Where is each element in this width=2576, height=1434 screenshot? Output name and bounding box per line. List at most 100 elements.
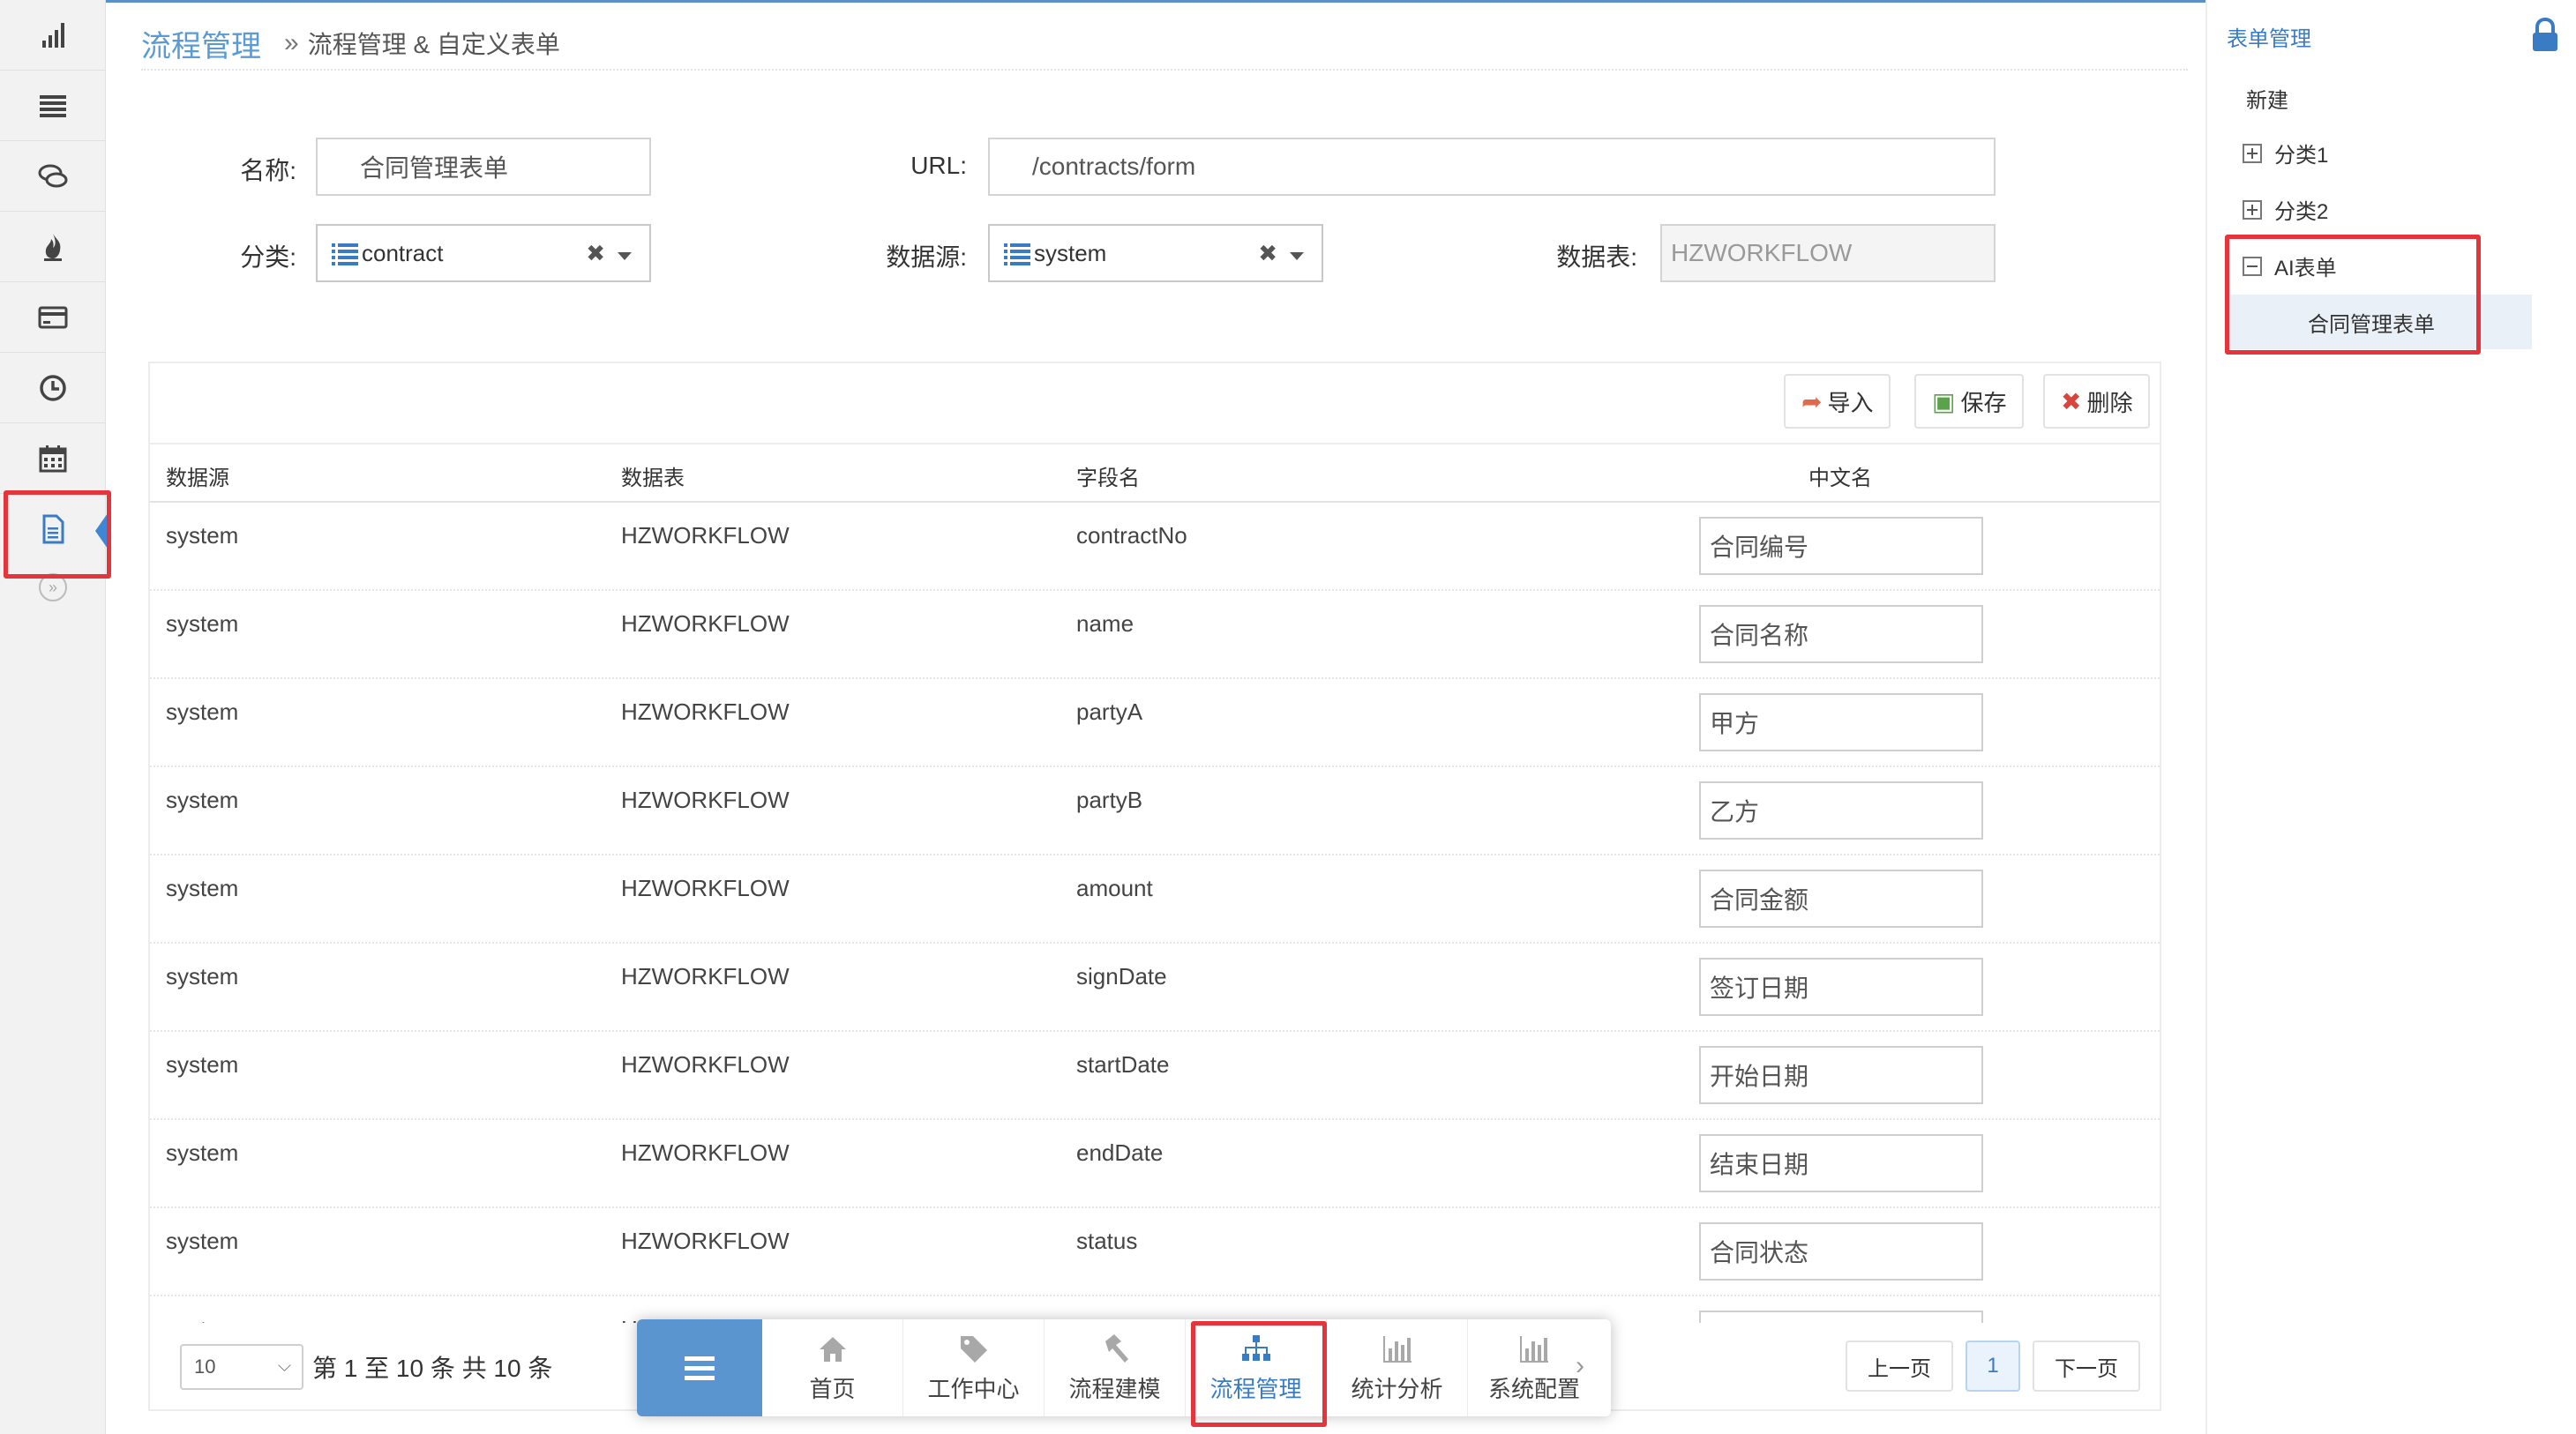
sidebar-item-hot[interactable] — [0, 212, 106, 282]
table-body: system HZWORKFLOW contractNo 合同编号 system… — [150, 503, 2160, 1323]
delete-label: 删除 — [2086, 389, 2133, 416]
calendar-icon — [39, 444, 67, 472]
cn-name-input[interactable]: 合同编号 — [1699, 517, 1983, 575]
breadcrumb-title[interactable]: 流程管理 — [141, 22, 261, 65]
panel-title: 表单管理 — [2227, 27, 2311, 51]
table-row: system HZWORKFLOW amount 合同金额 — [150, 855, 2160, 944]
cell-field: signDate — [1076, 963, 1167, 990]
cell-datasource: system — [166, 610, 239, 637]
fields-panel: ➦ 导入 ▣ 保存 ✖ 删除 数据源 数据表 字段名 中文名 system HZ… — [148, 362, 2161, 1411]
cell-datasource: system — [166, 787, 239, 813]
table-row: system HZWORKFLOW contractNo 合同编号 — [150, 503, 2160, 591]
highlight-box-dock — [1191, 1321, 1327, 1427]
cn-name-input[interactable]: 合同状态 — [1699, 1222, 1983, 1281]
url-input[interactable]: /contracts/form — [988, 138, 1996, 196]
left-sidebar: » — [0, 0, 108, 1434]
sidebar-item-history[interactable] — [0, 353, 106, 423]
cn-name-input[interactable]: 甲方 — [1699, 693, 1983, 751]
tree-node-label: 分类2 — [2274, 200, 2329, 224]
dock-item-modeling[interactable]: 流程建模 — [1045, 1319, 1186, 1416]
dock-item-statistics[interactable]: 统计分析 — [1327, 1319, 1468, 1416]
dock-menu-button[interactable] — [637, 1319, 762, 1416]
dock-item-label: 流程建模 — [1068, 1375, 1161, 1402]
column-header: 数据源 — [166, 467, 229, 490]
home-icon — [819, 1336, 846, 1362]
datatable-label: 数据表: — [1556, 243, 1637, 271]
highlight-box-tree — [2225, 235, 2481, 355]
category-label: 分类: — [240, 243, 296, 271]
dock-item-home[interactable]: 首页 — [762, 1319, 903, 1416]
cell-datasource: system — [166, 1316, 238, 1323]
expand-icon[interactable] — [2243, 143, 2262, 163]
category-select[interactable]: contract ✖ — [316, 224, 651, 282]
next-page-button[interactable]: 下一页 — [2033, 1341, 2140, 1392]
sidebar-item-dashboard[interactable] — [0, 0, 106, 71]
expand-icon[interactable] — [2243, 199, 2262, 220]
cell-datasource: system — [166, 875, 239, 901]
dock-item-label: 首页 — [809, 1375, 856, 1402]
name-label: 名称: — [240, 157, 296, 184]
chevron-right-icon[interactable]: › — [1576, 1351, 1584, 1381]
cn-name-input[interactable]: 结束日期 — [1699, 1134, 1983, 1192]
datasource-select[interactable]: system ✖ — [988, 224, 1323, 282]
cell-field: amount — [1076, 875, 1153, 901]
tree-node-category2[interactable]: 分类2 — [2243, 194, 2328, 225]
cn-name-input[interactable]: 备注 — [1699, 1311, 1983, 1323]
cell-field: contractNo — [1076, 522, 1187, 549]
cn-name-input[interactable]: 开始日期 — [1699, 1046, 1983, 1104]
pagination-info: 第 1 至 10 条 共 10 条 — [312, 1355, 553, 1382]
cell-table: HZWORKFLOW — [621, 698, 790, 725]
cell-table: HZWORKFLOW — [621, 522, 790, 549]
cell-datasource: system — [166, 1228, 239, 1254]
cn-name-input[interactable]: 乙方 — [1699, 781, 1983, 840]
sidebar-item-calendar[interactable] — [0, 423, 106, 494]
save-button[interactable]: ▣ 保存 — [1914, 374, 2025, 429]
cell-datasource: system — [166, 963, 239, 990]
column-header: 中文名 — [1808, 467, 1872, 490]
import-label: 导入 — [1827, 389, 1874, 416]
caret-down-icon[interactable] — [1290, 252, 1304, 260]
cell-field: partyB — [1076, 787, 1143, 813]
caret-down-icon[interactable] — [618, 252, 632, 260]
list-icon — [40, 94, 66, 117]
import-button[interactable]: ➦ 导入 — [1784, 374, 1891, 429]
clear-icon[interactable]: ✖ — [586, 240, 605, 267]
menu-icon — [685, 1356, 715, 1380]
page-size-select[interactable]: 10 ⌵ — [180, 1344, 303, 1390]
dock-item-label: 工作中心 — [927, 1375, 1020, 1402]
prev-page-button[interactable]: 上一页 — [1846, 1341, 1953, 1392]
cell-table: HZWORKFLOW — [621, 610, 790, 637]
dock-item-workcenter[interactable]: 工作中心 — [903, 1319, 1045, 1416]
lock-icon[interactable] — [2530, 18, 2560, 53]
cell-field: endDate — [1076, 1139, 1164, 1166]
table-row: system HZWORKFLOW partyA 甲方 — [150, 679, 2160, 767]
new-form-link[interactable]: 新建 — [2246, 83, 2288, 114]
sidebar-item-messages[interactable] — [0, 141, 106, 212]
dock-item-label: 系统配置 — [1487, 1375, 1580, 1402]
datasource-value: system — [1034, 239, 1107, 266]
credit-card-icon — [38, 306, 68, 328]
cn-name-input[interactable]: 合同金额 — [1699, 870, 1983, 928]
share-icon: ➦ — [1801, 387, 1823, 415]
name-input[interactable]: 合同管理表单 — [316, 138, 651, 196]
highlight-box-sidebar — [4, 490, 111, 579]
breadcrumb: 流程管理 » 流程管理 & 自定义表单 — [141, 18, 2188, 71]
bar-chart-icon — [1520, 1335, 1548, 1363]
cn-name-input[interactable]: 签订日期 — [1699, 958, 1983, 1016]
tree-node-category1[interactable]: 分类1 — [2243, 138, 2328, 168]
fire-icon — [44, 233, 62, 261]
cn-name-input[interactable]: 合同名称 — [1699, 605, 1983, 663]
delete-button[interactable]: ✖ 删除 — [2043, 374, 2151, 429]
sidebar-item-card[interactable] — [0, 282, 106, 353]
cell-field: status — [1076, 1228, 1138, 1254]
form-management-panel: 表单管理 新建 分类1 分类2 AI表单 合同管理表单 — [2205, 0, 2576, 1434]
top-border — [0, 0, 2576, 3]
breadcrumb-separator: » — [284, 28, 299, 57]
tree-node-label: 分类1 — [2274, 144, 2329, 168]
cell-table: HZWORKFLOW — [621, 963, 790, 990]
page-number-button[interactable]: 1 — [1966, 1341, 2020, 1392]
sidebar-item-list[interactable] — [0, 71, 106, 141]
url-label: URL: — [910, 152, 967, 179]
cell-datasource: system — [166, 522, 239, 549]
clear-icon[interactable]: ✖ — [1258, 240, 1277, 267]
